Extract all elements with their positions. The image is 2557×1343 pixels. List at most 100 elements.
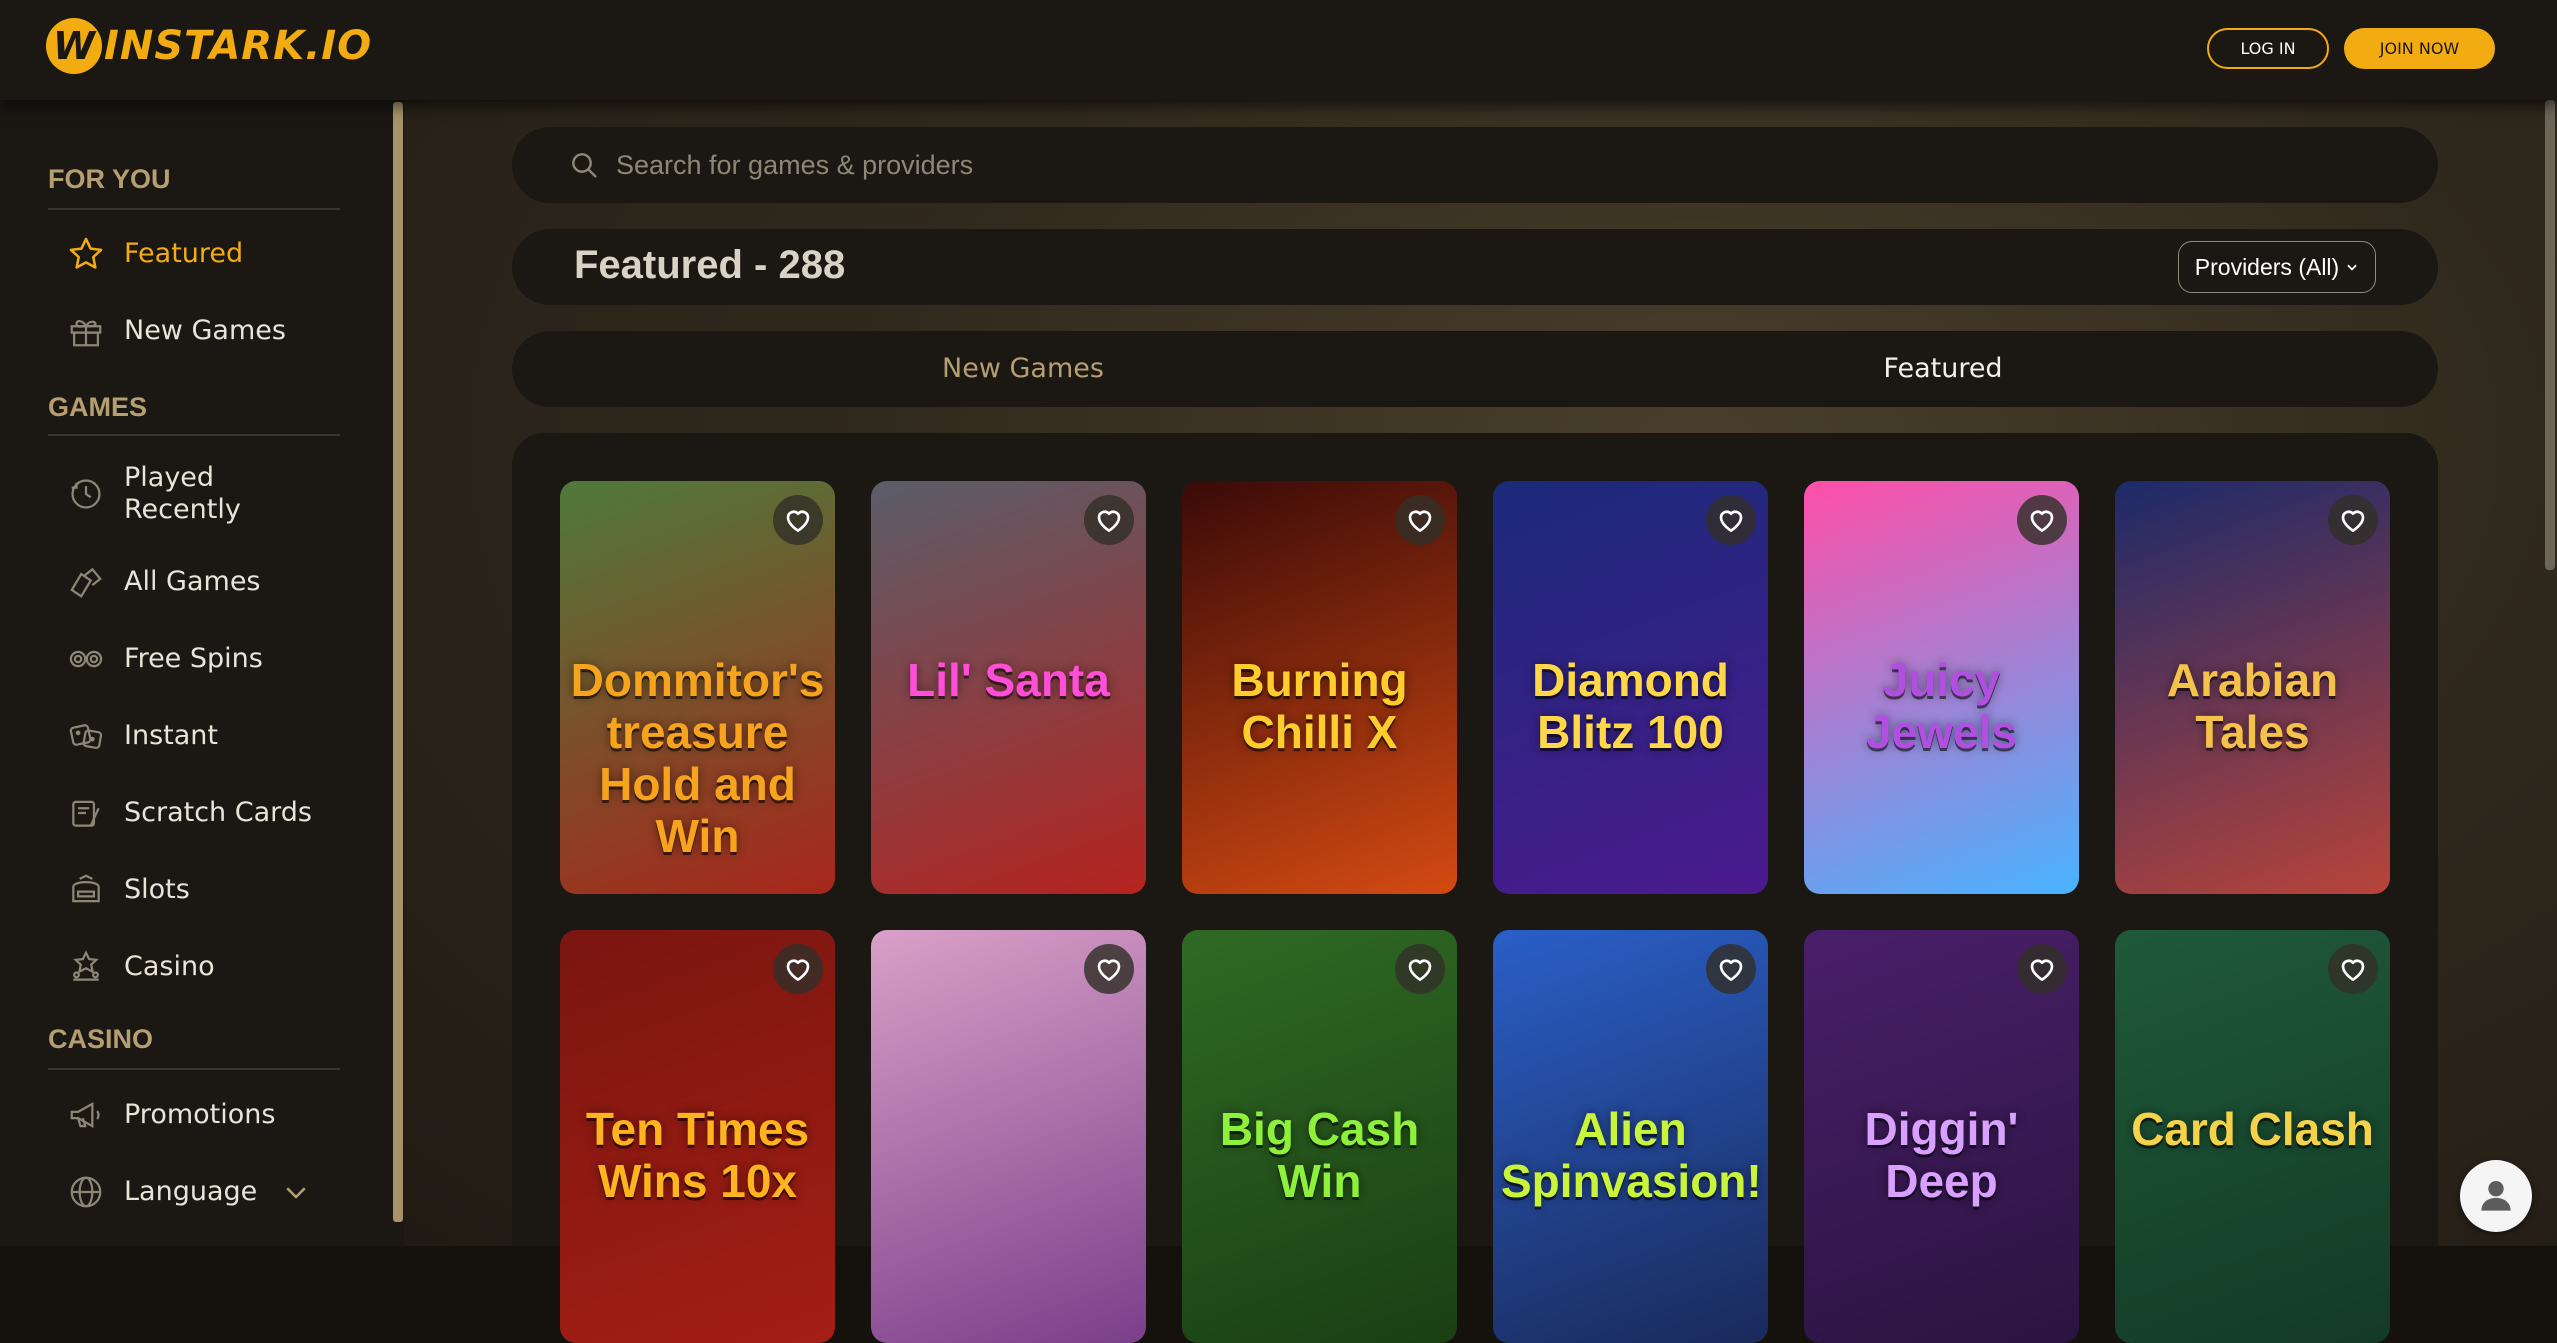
- game-card[interactable]: Lil' Santa: [871, 481, 1146, 894]
- sidebar-item-label: Language: [124, 1176, 258, 1207]
- megaphone-icon: [64, 1093, 108, 1137]
- favorite-button[interactable]: [2017, 944, 2067, 994]
- sidebar-item-scratch-cards[interactable]: Scratch Cards: [64, 791, 354, 835]
- section-title-for-you: FOR YOU: [48, 164, 171, 194]
- game-card[interactable]: Dommitor's treasure Hold and Win: [560, 481, 835, 894]
- sidebar: FOR YOU Featured New Games GAMES Played …: [0, 100, 404, 1246]
- games-grid: Dommitor's treasure Hold and Win Lil' San…: [512, 433, 2438, 1343]
- game-card[interactable]: Burning Chilli X: [1182, 481, 1457, 894]
- game-card[interactable]: [871, 930, 1146, 1343]
- section-title-games: GAMES: [48, 392, 148, 422]
- game-title: Alien Spinvasion!: [1501, 1103, 1762, 1208]
- heart-icon: [2337, 953, 2369, 985]
- game-title: Big Cash Win: [1219, 1103, 1420, 1208]
- divider: [48, 208, 340, 210]
- game-title: Dommitor's treasure Hold and Win: [570, 654, 825, 863]
- chevron-down-icon[interactable]: [281, 1177, 311, 1207]
- category-tabs: New Games Featured: [512, 331, 2438, 407]
- providers-dropdown[interactable]: Providers (All): [2178, 241, 2376, 293]
- chevron-down-icon: [2345, 260, 2359, 274]
- sidebar-item-all-games[interactable]: All Games: [64, 560, 354, 604]
- favorite-button[interactable]: [1395, 944, 1445, 994]
- gift-icon: [64, 309, 108, 353]
- site-logo[interactable]: W INSTARK.IO: [46, 18, 372, 74]
- game-card[interactable]: Juicy Jewels: [1804, 481, 2079, 894]
- chips-icon: [64, 637, 108, 681]
- section-title-casino: CASINO: [48, 1024, 154, 1054]
- favorite-button[interactable]: [2328, 944, 2378, 994]
- globe-icon: [64, 1170, 108, 1214]
- tab-new-games[interactable]: New Games: [823, 353, 1223, 384]
- game-title: Burning Chilli X: [1231, 654, 1408, 759]
- heart-icon: [1093, 504, 1125, 536]
- user-icon: [2474, 1174, 2518, 1218]
- heart-icon: [782, 504, 814, 536]
- divider: [48, 1068, 340, 1070]
- logo-mark: W: [46, 18, 102, 74]
- favorite-button[interactable]: [773, 495, 823, 545]
- game-card[interactable]: Alien Spinvasion!: [1493, 930, 1768, 1343]
- star-icon: [64, 232, 108, 276]
- sidebar-item-label: Free Spins: [124, 643, 263, 674]
- sidebar-item-casino[interactable]: Casino: [64, 945, 354, 989]
- search-bar[interactable]: [512, 127, 2438, 203]
- game-card[interactable]: Diamond Blitz 100: [1493, 481, 1768, 894]
- sidebar-item-played-recently[interactable]: Played Recently: [64, 462, 354, 526]
- heart-icon: [1404, 953, 1436, 985]
- sidebar-item-label: Played Recently: [124, 462, 241, 525]
- game-card[interactable]: Card Clash: [2115, 930, 2390, 1343]
- game-card[interactable]: Diggin' Deep: [1804, 930, 2079, 1343]
- heart-icon: [2026, 953, 2058, 985]
- cards-icon: [64, 560, 108, 604]
- sidebar-item-language[interactable]: Language: [64, 1170, 354, 1214]
- favorite-button[interactable]: [1395, 495, 1445, 545]
- sidebar-item-free-spins[interactable]: Free Spins: [64, 637, 354, 681]
- game-title: Arabian Tales: [2166, 654, 2339, 759]
- sidebar-item-label: Slots: [124, 874, 190, 905]
- sidebar-item-slots[interactable]: Slots: [64, 868, 354, 912]
- game-card[interactable]: Ten Times Wins 10x: [560, 930, 835, 1343]
- sidebar-item-label: New Games: [124, 315, 286, 346]
- favorite-button[interactable]: [2017, 495, 2067, 545]
- heart-icon: [1404, 504, 1436, 536]
- page-scrollbar[interactable]: [2545, 100, 2555, 570]
- divider: [48, 434, 340, 436]
- support-chat-button[interactable]: [2460, 1160, 2532, 1232]
- favorite-button[interactable]: [2328, 495, 2378, 545]
- heart-icon: [2337, 504, 2369, 536]
- favorite-button[interactable]: [1084, 944, 1134, 994]
- game-title: Ten Times Wins 10x: [585, 1103, 810, 1208]
- game-title: Lil' Santa: [907, 654, 1110, 707]
- sidebar-item-promotions[interactable]: Promotions: [64, 1093, 354, 1137]
- login-button[interactable]: LOG IN: [2207, 28, 2329, 69]
- favorite-button[interactable]: [1084, 495, 1134, 545]
- search-icon: [568, 149, 600, 181]
- casino-icon: [64, 945, 108, 989]
- sidebar-item-label: Instant: [124, 720, 218, 751]
- heart-icon: [1093, 953, 1125, 985]
- logo-wordmark: INSTARK.IO: [104, 23, 373, 69]
- favorite-button[interactable]: [1706, 944, 1756, 994]
- game-card[interactable]: Big Cash Win: [1182, 930, 1457, 1343]
- heart-icon: [782, 953, 814, 985]
- join-now-button[interactable]: JOIN NOW: [2344, 28, 2495, 69]
- dice-icon: [64, 714, 108, 758]
- game-card[interactable]: Arabian Tales: [2115, 481, 2390, 894]
- heart-icon: [1715, 504, 1747, 536]
- sidebar-item-label: All Games: [124, 566, 261, 597]
- tab-featured[interactable]: Featured: [1743, 353, 2143, 384]
- sidebar-item-new-games[interactable]: New Games: [64, 309, 354, 353]
- slot-machine-icon: [64, 868, 108, 912]
- sidebar-item-label: Promotions: [124, 1099, 276, 1130]
- heart-icon: [2026, 504, 2058, 536]
- sidebar-scrollbar[interactable]: [393, 102, 403, 1222]
- sidebar-item-featured[interactable]: Featured: [64, 232, 354, 276]
- sidebar-item-instant[interactable]: Instant: [64, 714, 354, 758]
- game-title: Diamond Blitz 100: [1532, 654, 1729, 759]
- favorite-button[interactable]: [773, 944, 823, 994]
- sidebar-item-label: Featured: [124, 238, 244, 269]
- top-header: W INSTARK.IO LOG IN JOIN NOW: [0, 0, 2557, 100]
- favorite-button[interactable]: [1706, 495, 1756, 545]
- sidebar-item-label: Casino: [124, 951, 215, 982]
- search-input[interactable]: [614, 148, 2214, 182]
